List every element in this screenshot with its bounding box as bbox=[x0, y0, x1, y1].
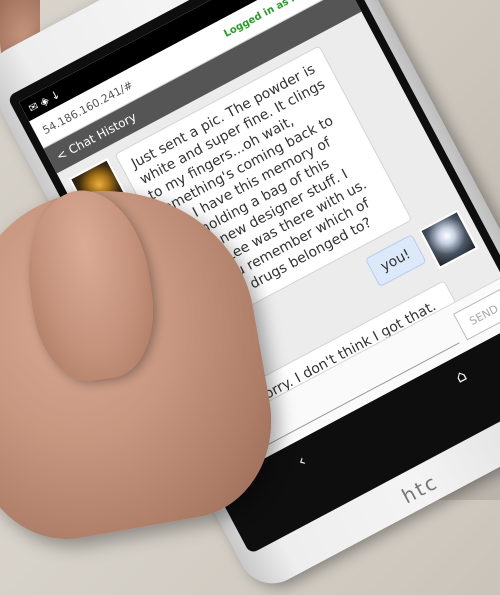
photo: { "browser": { "url": "54.186.160.241/#"… bbox=[0, 0, 500, 595]
home-icon[interactable]: ⌂ bbox=[452, 365, 470, 387]
message-bubble: you! bbox=[364, 233, 427, 288]
avatar bbox=[418, 209, 479, 270]
back-icon[interactable]: ‹ bbox=[294, 450, 309, 470]
